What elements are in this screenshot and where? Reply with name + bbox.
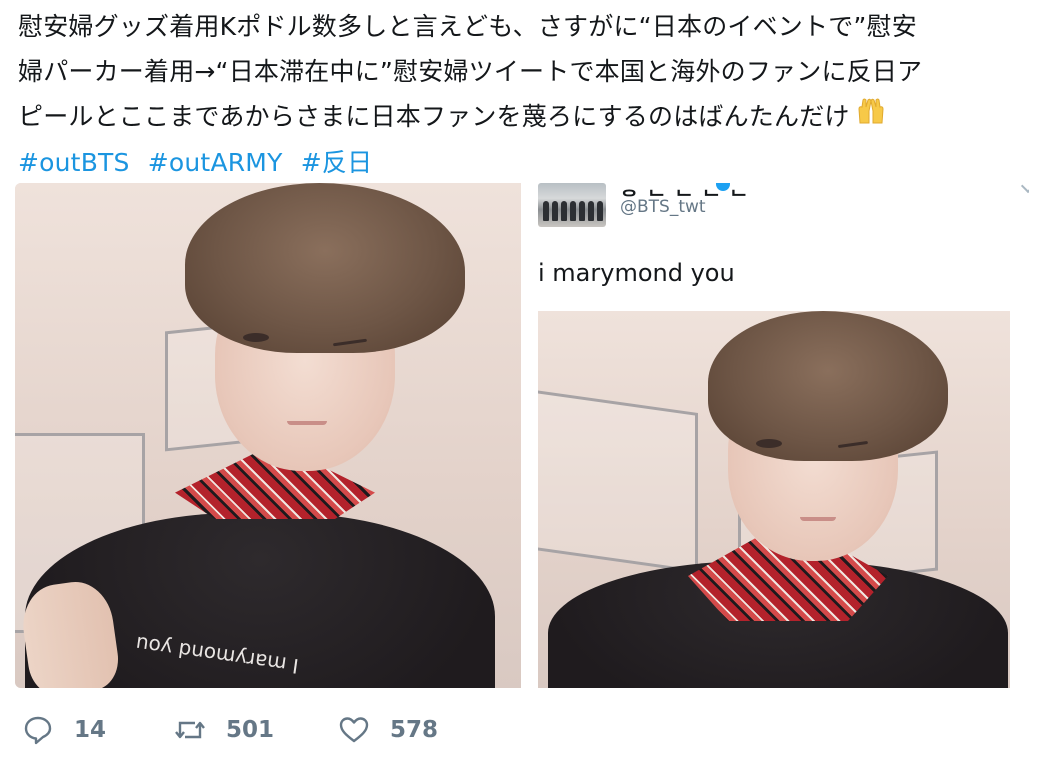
eye <box>243 333 269 342</box>
hashtag-hannichi[interactable]: #反日 <box>301 148 373 177</box>
heart-icon <box>339 717 369 743</box>
chevron-down-icon[interactable] <box>1020 183 1029 194</box>
embedded-tweet-header: ᆼ ᆫ ᆫ ᆫ ᆫ @BTS_twt <box>538 183 1029 235</box>
like-button[interactable]: 578 <box>338 710 438 750</box>
mouth <box>800 517 836 521</box>
retweet-button[interactable]: 501 <box>174 710 274 750</box>
tweet-text-line-3-text: ピールとここまであからさまに日本ファンを蔑ろにするのはばんたんだけ <box>18 102 850 131</box>
hair <box>185 183 465 353</box>
embedded-handle: @BTS_twt <box>620 197 706 217</box>
eye <box>756 439 782 448</box>
tweet-photo-left[interactable]: I marymond you <box>15 183 521 688</box>
tweet-photo-right[interactable]: ᆼ ᆫ ᆫ ᆫ ᆫ @BTS_twt i marymond you <box>524 183 1029 688</box>
hashtag-outarmy[interactable]: #outARMY <box>148 148 283 177</box>
wall-frame <box>538 389 698 573</box>
tweet-text: 慰安婦グッズ着用Kポドル数多しと言えども、さすがに“日本のイベントで”慰安 婦パ… <box>18 4 1028 185</box>
like-count: 578 <box>390 717 439 743</box>
embedded-caption: i marymond you <box>538 259 735 287</box>
embedded-photo <box>538 311 1010 688</box>
raising-hands-icon <box>856 95 886 140</box>
tweet-text-line-2: 婦パーカー着用→“日本滞在中に”慰安婦ツイートで本国と海外のファンに反日ア <box>18 57 923 86</box>
hashtag-list: #outBTS #outARMY #反日 <box>18 140 1028 185</box>
hashtag-outbts[interactable]: #outBTS <box>18 148 130 177</box>
tweet-text-line-1: 慰安婦グッズ着用Kポドル数多しと言えども、さすがに“日本のイベントで”慰安 <box>18 12 917 41</box>
reply-button[interactable]: 14 <box>22 710 106 750</box>
retweet-icon <box>175 721 205 739</box>
reply-icon <box>24 716 52 745</box>
retweet-count: 501 <box>226 717 275 743</box>
tweet-action-bar: 14 501 578 <box>22 710 622 750</box>
hair <box>708 311 948 461</box>
group-avatar <box>538 183 606 227</box>
reply-count: 14 <box>74 717 107 743</box>
mouth <box>287 421 327 425</box>
tweet-text-line-3: ピールとここまであからさまに日本ファンを蔑ろにするのはばんたんだけ <box>18 94 1028 140</box>
